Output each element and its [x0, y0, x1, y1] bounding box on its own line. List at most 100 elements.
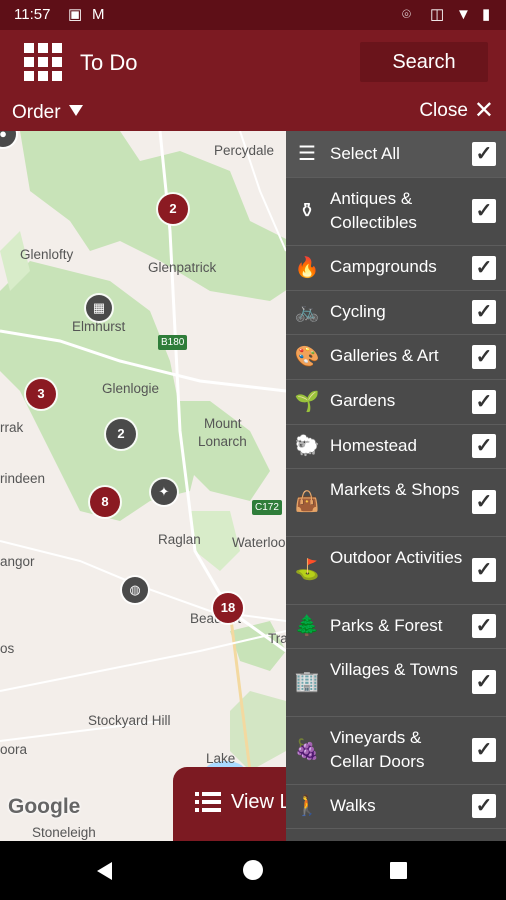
status-time: 11:57 — [14, 6, 51, 23]
page-title: To Do — [80, 50, 138, 75]
app-bar: To Do Search — [0, 30, 506, 94]
search-button[interactable]: Search — [360, 42, 488, 82]
filter-label: Outdoor Activities — [330, 548, 463, 567]
home-icon[interactable] — [243, 860, 263, 880]
wifi-icon: ▼ — [456, 6, 471, 23]
location-icon: ⌾ — [402, 6, 412, 23]
checkbox[interactable]: ✓ — [472, 670, 496, 694]
view-list-label: View L — [231, 791, 291, 813]
filter-label: Vineyards & Cellar Doors — [330, 728, 425, 771]
bicycle-icon: 🚲 — [294, 301, 320, 323]
campfire-icon: 🔥 — [294, 256, 320, 279]
filter-label: Parks & Forest — [330, 616, 443, 635]
filter-label: Cycling — [330, 302, 386, 321]
place-label: Glenpatrick — [148, 260, 217, 275]
checkbox[interactable]: ✓ — [472, 434, 496, 458]
road-badge: C172 — [252, 500, 282, 515]
map-cluster[interactable]: 3 — [26, 379, 56, 409]
map-cluster[interactable]: 8 — [90, 487, 120, 517]
hiker-marker-icon[interactable]: ✦ — [151, 479, 177, 505]
place-label: Raglan — [158, 532, 201, 547]
filter-item[interactable]: 👜 Markets & Shops ✓ — [286, 468, 506, 537]
checkbox[interactable]: ✓ — [472, 300, 496, 324]
checkbox[interactable]: ✓ — [472, 199, 496, 223]
vibrate-icon: ◫ — [430, 6, 445, 23]
place-label: os — [0, 641, 15, 656]
checkbox[interactable]: ✓ — [472, 344, 496, 369]
place-label: rindeen — [0, 471, 46, 486]
select-all-icon: ☰ — [298, 143, 316, 165]
sub-toolbar: Order Close ✕ — [0, 94, 506, 131]
status-bar: 11:57 ▣ M ⌾ ◫ ▼ ▮ — [0, 0, 506, 30]
filter-select-all[interactable]: ☰ Select All ✓ — [286, 131, 506, 178]
checkbox[interactable]: ✓ — [472, 142, 496, 166]
grid-menu-icon[interactable] — [24, 43, 62, 81]
plant-pots-icon: 🌱 — [294, 390, 320, 413]
grapes-icon: 🍇 — [294, 739, 320, 761]
map-cluster[interactable]: 18 — [213, 593, 243, 623]
back-icon[interactable] — [97, 862, 112, 880]
checkbox[interactable]: ✓ — [472, 389, 496, 414]
place-label: Percydale — [214, 143, 275, 158]
battery-icon: ▮ — [482, 6, 491, 23]
filter-label: Gardens — [330, 391, 396, 410]
recents-icon[interactable] — [390, 862, 407, 879]
palette-icon: 🎨 — [294, 345, 320, 368]
filter-label: Campgrounds — [330, 257, 437, 276]
gmail-icon: M — [92, 6, 105, 23]
filter-item[interactable]: 🚶 Walks ✓ — [286, 784, 506, 829]
filter-item[interactable]: 🎨 Galleries & Art ✓ — [286, 334, 506, 380]
caret-down-icon — [68, 105, 83, 116]
close-icon: ✕ — [473, 97, 494, 124]
checkbox[interactable]: ✓ — [472, 558, 496, 582]
place-label: oora — [0, 742, 28, 757]
trees-icon: 🌲 — [294, 615, 320, 637]
filter-label: Villages & Towns — [330, 660, 458, 679]
antiques-icon: ⚱ — [298, 200, 316, 222]
filter-item[interactable]: 🏢 Villages & Towns ✓ — [286, 648, 506, 717]
filter-label: Antiques & Collectibles — [330, 189, 417, 232]
checkbox[interactable]: ✓ — [472, 794, 496, 818]
filter-item[interactable]: 🐑 Homestead ✓ — [286, 424, 506, 469]
place-label: Waterloo — [232, 535, 286, 550]
checkbox[interactable]: ✓ — [472, 738, 496, 762]
place-label: Mount — [204, 416, 242, 431]
checkbox[interactable]: ✓ — [472, 255, 496, 280]
filter-item[interactable]: 🌲 Parks & Forest ✓ — [286, 604, 506, 649]
system-nav-bar — [0, 841, 506, 900]
sheep-marker-icon[interactable]: ◍ — [122, 577, 148, 603]
checkbox[interactable]: ✓ — [472, 490, 496, 514]
filter-item[interactable]: 🌱 Gardens ✓ — [286, 379, 506, 425]
filter-label: Walks — [330, 796, 376, 815]
place-label: Stoneleigh — [32, 825, 96, 840]
close-button[interactable]: Close ✕ — [419, 97, 494, 124]
place-label: Elmhurst — [72, 319, 126, 334]
checkbox[interactable]: ✓ — [472, 614, 496, 638]
google-attribution: Google — [8, 795, 81, 818]
filter-item[interactable]: ⚱ Antiques & Collectibles ✓ — [286, 177, 506, 246]
order-dropdown[interactable]: Order — [12, 102, 83, 124]
filter-item[interactable]: 🍇 Vineyards & Cellar Doors ✓ — [286, 716, 506, 785]
place-label: Lonarch — [198, 434, 247, 449]
place-label: Glenlofty — [20, 247, 74, 262]
filter-label: Galleries & Art — [330, 346, 439, 365]
signpost-icon: ⛳ — [294, 559, 320, 581]
place-label: rrak — [0, 420, 24, 435]
road-badge: B180 — [158, 335, 188, 350]
map-cluster[interactable]: 2 — [158, 194, 188, 224]
shopping-bag-icon: 👜 — [294, 491, 320, 513]
place-label: Tra — [268, 631, 288, 646]
filter-item[interactable]: 🚲 Cycling ✓ — [286, 290, 506, 335]
place-label: Stockyard Hill — [88, 713, 171, 728]
place-label: angor — [0, 554, 35, 569]
map-cluster[interactable]: 2 — [106, 419, 136, 449]
filter-item[interactable]: 🔥 Campgrounds ✓ — [286, 245, 506, 291]
filter-item[interactable]: ⛳ Outdoor Activities ✓ — [286, 536, 506, 605]
place-label: Lake — [206, 751, 236, 766]
hiker-icon: 🚶 — [294, 795, 320, 817]
filter-label: Select All — [330, 144, 400, 163]
buildings-marker-icon[interactable]: ▦ — [86, 295, 112, 321]
list-icon — [195, 792, 221, 812]
image-icon: ▣ — [68, 6, 83, 23]
place-label: Glenlogie — [102, 381, 160, 396]
